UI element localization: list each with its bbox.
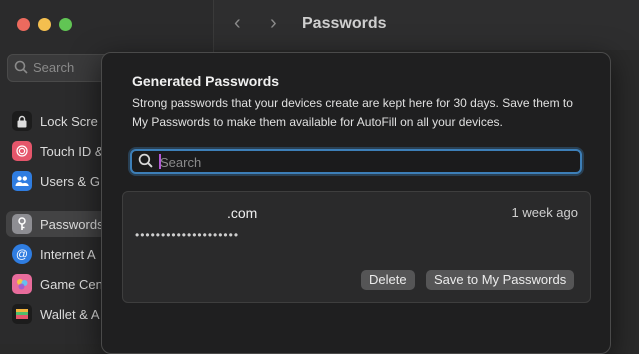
title-bar: ‹ › Passwords bbox=[214, 0, 639, 50]
search-input[interactable] bbox=[158, 152, 572, 172]
sidebar-search-placeholder: Search bbox=[33, 60, 75, 75]
fingerprint-icon bbox=[12, 141, 32, 161]
password-entry-card: .com 1 week ago •••••••••••••••••••• Del… bbox=[122, 191, 591, 303]
users-icon bbox=[12, 171, 32, 191]
sidebar-item-label: Game Cen bbox=[40, 276, 103, 292]
sidebar-item-label: Touch ID & bbox=[40, 143, 104, 159]
window-title: Passwords bbox=[302, 15, 387, 32]
sheet-search-field[interactable] bbox=[130, 149, 582, 174]
search-icon bbox=[138, 153, 153, 173]
key-icon bbox=[12, 214, 32, 234]
generated-passwords-sheet: Generated Passwords Strong passwords tha… bbox=[101, 52, 611, 354]
sidebar-item-label: Internet A bbox=[40, 246, 96, 262]
game-center-icon bbox=[12, 274, 32, 294]
sidebar-item-label: Passwords bbox=[40, 216, 104, 232]
sheet-description: Strong passwords that your devices creat… bbox=[132, 96, 573, 129]
window-controls bbox=[17, 18, 72, 31]
search-icon bbox=[14, 60, 28, 79]
sidebar-item-label: Wallet & A bbox=[40, 306, 100, 322]
masked-password: •••••••••••••••••••• bbox=[135, 228, 240, 242]
sidebar-item-label: Lock Scre bbox=[40, 113, 98, 129]
at-icon: @ bbox=[12, 244, 32, 264]
redacted-site-name bbox=[135, 206, 227, 220]
site-domain-suffix: .com bbox=[227, 205, 258, 221]
zoom-window-button[interactable] bbox=[59, 18, 72, 31]
sheet-title: Generated Passwords bbox=[132, 73, 280, 89]
lock-icon bbox=[12, 111, 32, 131]
wallet-icon bbox=[12, 304, 32, 324]
minimize-window-button[interactable] bbox=[38, 18, 51, 31]
entry-age: 1 week ago bbox=[511, 205, 579, 220]
close-window-button[interactable] bbox=[17, 18, 30, 31]
sidebar-item-label: Users & G bbox=[40, 173, 100, 189]
delete-button[interactable]: Delete bbox=[361, 270, 415, 290]
forward-arrow-icon[interactable]: › bbox=[270, 13, 277, 33]
back-arrow-icon[interactable]: ‹ bbox=[234, 13, 241, 33]
save-to-my-passwords-button[interactable]: Save to My Passwords bbox=[426, 270, 575, 290]
